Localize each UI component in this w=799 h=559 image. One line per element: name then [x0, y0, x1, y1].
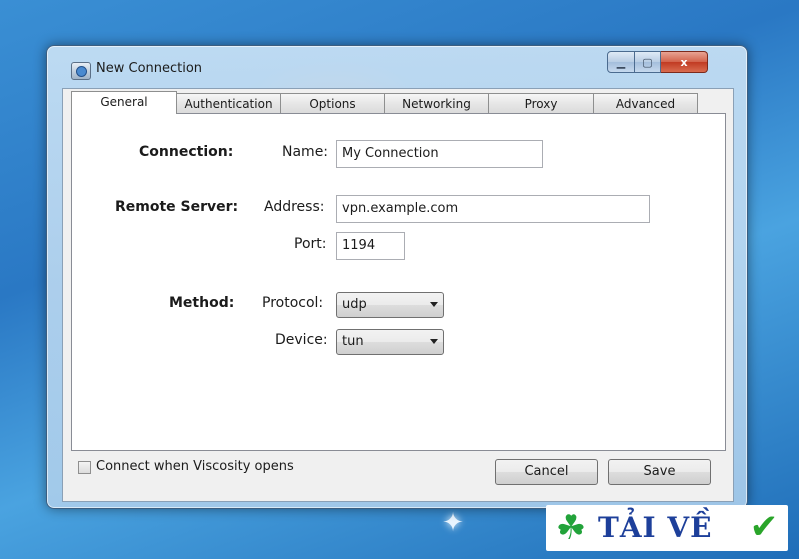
save-button[interactable]: Save: [608, 459, 711, 485]
device-select-value: tun: [342, 334, 364, 349]
close-button[interactable]: x: [661, 51, 708, 73]
cancel-button[interactable]: Cancel: [495, 459, 598, 485]
desktop-sparkle-icon: ✦: [442, 508, 464, 538]
name-input[interactable]: My Connection: [336, 140, 543, 168]
remote-server-section-label: Remote Server:: [115, 199, 239, 215]
window-title: New Connection: [96, 61, 203, 76]
watermark-text: TẢI VỀ: [598, 511, 713, 544]
chevron-down-icon: [430, 339, 438, 344]
port-label: Port:: [294, 236, 327, 252]
tab-authentication[interactable]: Authentication: [176, 93, 281, 114]
title-bar[interactable]: New Connection ▁ ▢ x: [47, 46, 747, 88]
dialog-client-area: General Authentication Options Networkin…: [62, 88, 734, 502]
general-tab-panel: Connection: Name: My Connection Remote S…: [71, 113, 726, 451]
taive-watermark: ☘ TẢI VỀ ✔: [546, 505, 788, 551]
protocol-select[interactable]: udp: [336, 292, 444, 318]
tab-proxy[interactable]: Proxy: [488, 93, 594, 114]
minimize-button[interactable]: ▁: [607, 51, 635, 73]
tab-options[interactable]: Options: [280, 93, 385, 114]
tab-general[interactable]: General: [71, 91, 177, 114]
chevron-down-icon: [430, 302, 438, 307]
app-icon: [71, 62, 91, 80]
protocol-label: Protocol:: [262, 295, 324, 311]
device-select[interactable]: tun: [336, 329, 444, 355]
protocol-select-value: udp: [342, 297, 367, 312]
clover-icon: ☘: [555, 508, 587, 548]
method-section-label: Method:: [169, 295, 235, 311]
name-label: Name:: [282, 144, 329, 160]
tab-strip: General Authentication Options Networkin…: [71, 91, 698, 114]
device-label: Device:: [275, 332, 328, 348]
connect-on-open-label[interactable]: Connect when Viscosity opens: [96, 459, 294, 474]
connection-section-label: Connection:: [139, 144, 234, 160]
checkmark-icon: ✔: [749, 507, 779, 547]
tab-networking[interactable]: Networking: [384, 93, 489, 114]
tab-advanced[interactable]: Advanced: [593, 93, 698, 114]
new-connection-window: New Connection ▁ ▢ x General Authenticat…: [46, 45, 748, 509]
address-input[interactable]: vpn.example.com: [336, 195, 650, 223]
connect-on-open-checkbox[interactable]: [78, 461, 91, 474]
address-label: Address:: [264, 199, 325, 215]
window-controls: ▁ ▢ x: [607, 51, 708, 73]
port-input[interactable]: 1194: [336, 232, 405, 260]
maximize-button[interactable]: ▢: [635, 51, 661, 73]
